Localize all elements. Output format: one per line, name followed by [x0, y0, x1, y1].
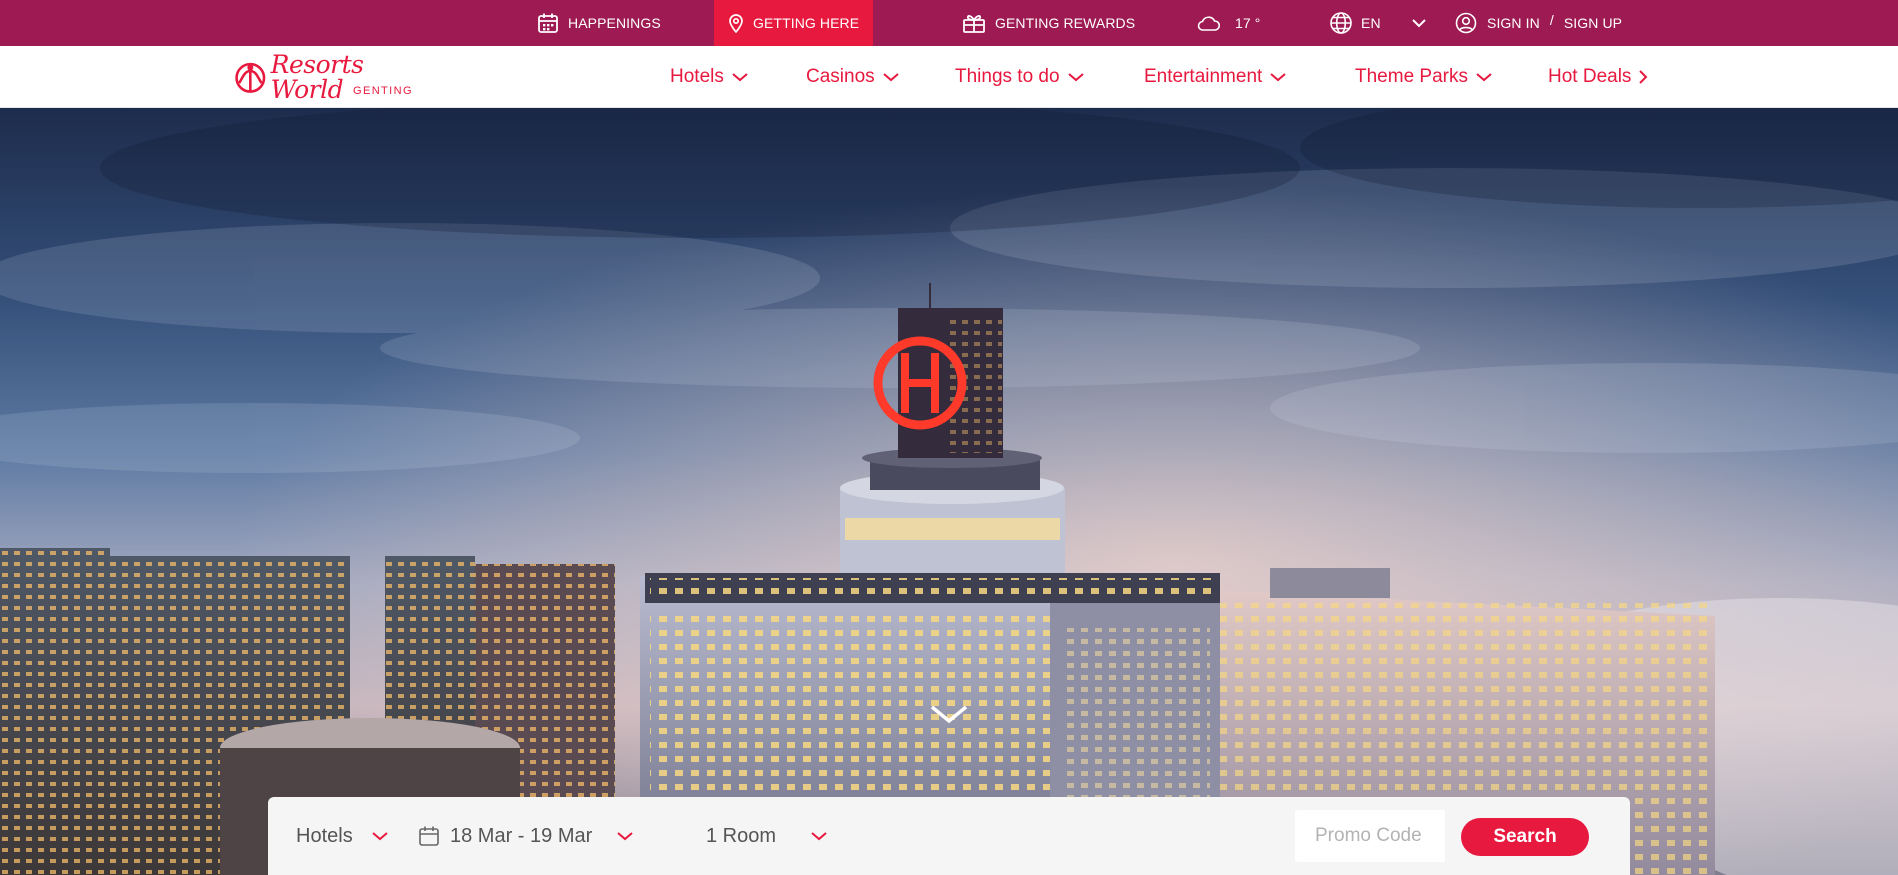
hero-banner — [0, 108, 1898, 875]
nav-hot-deals-label: Hot Deals — [1548, 66, 1632, 87]
chevron-down-icon — [1067, 73, 1084, 82]
temperature-value: 17 ° — [1235, 15, 1261, 31]
nav-things-to-do[interactable]: Things to do — [955, 46, 1085, 108]
happenings-label: HAPPENINGS — [568, 15, 661, 31]
logo-mark-icon — [235, 62, 266, 93]
sign-up-link[interactable]: SIGN UP — [1564, 15, 1622, 31]
calendar-icon — [538, 13, 558, 33]
date-range-value: 18 Mar - 19 Mar — [450, 824, 593, 847]
chevron-down-icon — [732, 73, 748, 82]
top-utility-bar: HAPPENINGS GETTING HERE GENTING REWARDS … — [0, 0, 1898, 46]
location-pin-icon — [729, 14, 743, 33]
nav-things-to-do-label: Things to do — [955, 66, 1060, 87]
date-range-picker[interactable]: 18 Mar - 19 Mar — [418, 797, 634, 875]
booking-bar: Hotels 18 Mar - 19 Mar 1 Room Search — [268, 797, 1630, 875]
nav-entertainment-label: Entertainment — [1144, 66, 1263, 87]
cloud-icon — [1197, 16, 1221, 31]
chevron-right-icon — [1639, 70, 1648, 84]
hero-photo — [0, 108, 1898, 875]
rooms-select[interactable]: 1 Room — [706, 797, 828, 875]
weather-widget: 17 ° — [1195, 0, 1260, 46]
nav-hotels-label: Hotels — [670, 66, 724, 87]
calendar-icon — [419, 826, 439, 846]
nav-theme-parks[interactable]: Theme Parks — [1355, 46, 1493, 108]
chevron-down-icon — [883, 73, 899, 82]
genting-rewards-link[interactable]: GENTING REWARDS — [962, 0, 1135, 46]
logo-subtitle: GENTING — [353, 85, 413, 97]
language-selector[interactable]: EN — [1329, 0, 1427, 46]
search-button[interactable]: Search — [1461, 818, 1589, 856]
user-icon — [1455, 12, 1477, 34]
globe-icon — [1330, 12, 1352, 34]
category-value: Hotels — [296, 824, 353, 847]
sign-separator: / — [1549, 12, 1554, 28]
nav-hotels[interactable]: Hotels — [670, 46, 749, 108]
getting-here-label: GETTING HERE — [753, 15, 860, 31]
resorts-world-logo[interactable]: Resorts World GENTING — [234, 52, 419, 102]
chevron-down-icon — [617, 832, 633, 841]
main-navbar: Resorts World GENTING Hotels Casinos Thi… — [0, 46, 1898, 108]
rooms-value: 1 Room — [706, 824, 777, 847]
chevron-down-icon — [811, 832, 827, 841]
nav-casinos-label: Casinos — [806, 66, 875, 87]
chevron-down-icon — [1411, 19, 1426, 28]
nav-hot-deals[interactable]: Hot Deals — [1548, 46, 1648, 108]
genting-rewards-label: GENTING REWARDS — [995, 15, 1136, 31]
chevron-down-icon — [1270, 73, 1286, 82]
category-select[interactable]: Hotels — [296, 797, 389, 875]
language-label: EN — [1361, 15, 1381, 31]
getting-here-link[interactable]: GETTING HERE — [714, 0, 874, 46]
chevron-down-icon — [372, 832, 388, 841]
nav-casinos[interactable]: Casinos — [806, 46, 900, 108]
promo-code-input[interactable] — [1295, 810, 1445, 862]
gift-icon — [963, 15, 985, 33]
chevron-down-icon — [1476, 73, 1492, 82]
sign-in-link[interactable]: SIGN IN — [1487, 15, 1540, 31]
nav-theme-parks-label: Theme Parks — [1355, 66, 1468, 87]
scroll-down-chevron-icon[interactable] — [928, 702, 970, 726]
nav-entertainment[interactable]: Entertainment — [1144, 46, 1287, 108]
happenings-link[interactable]: HAPPENINGS — [537, 0, 661, 46]
account-links: SIGN IN / SIGN UP — [1455, 0, 1622, 46]
